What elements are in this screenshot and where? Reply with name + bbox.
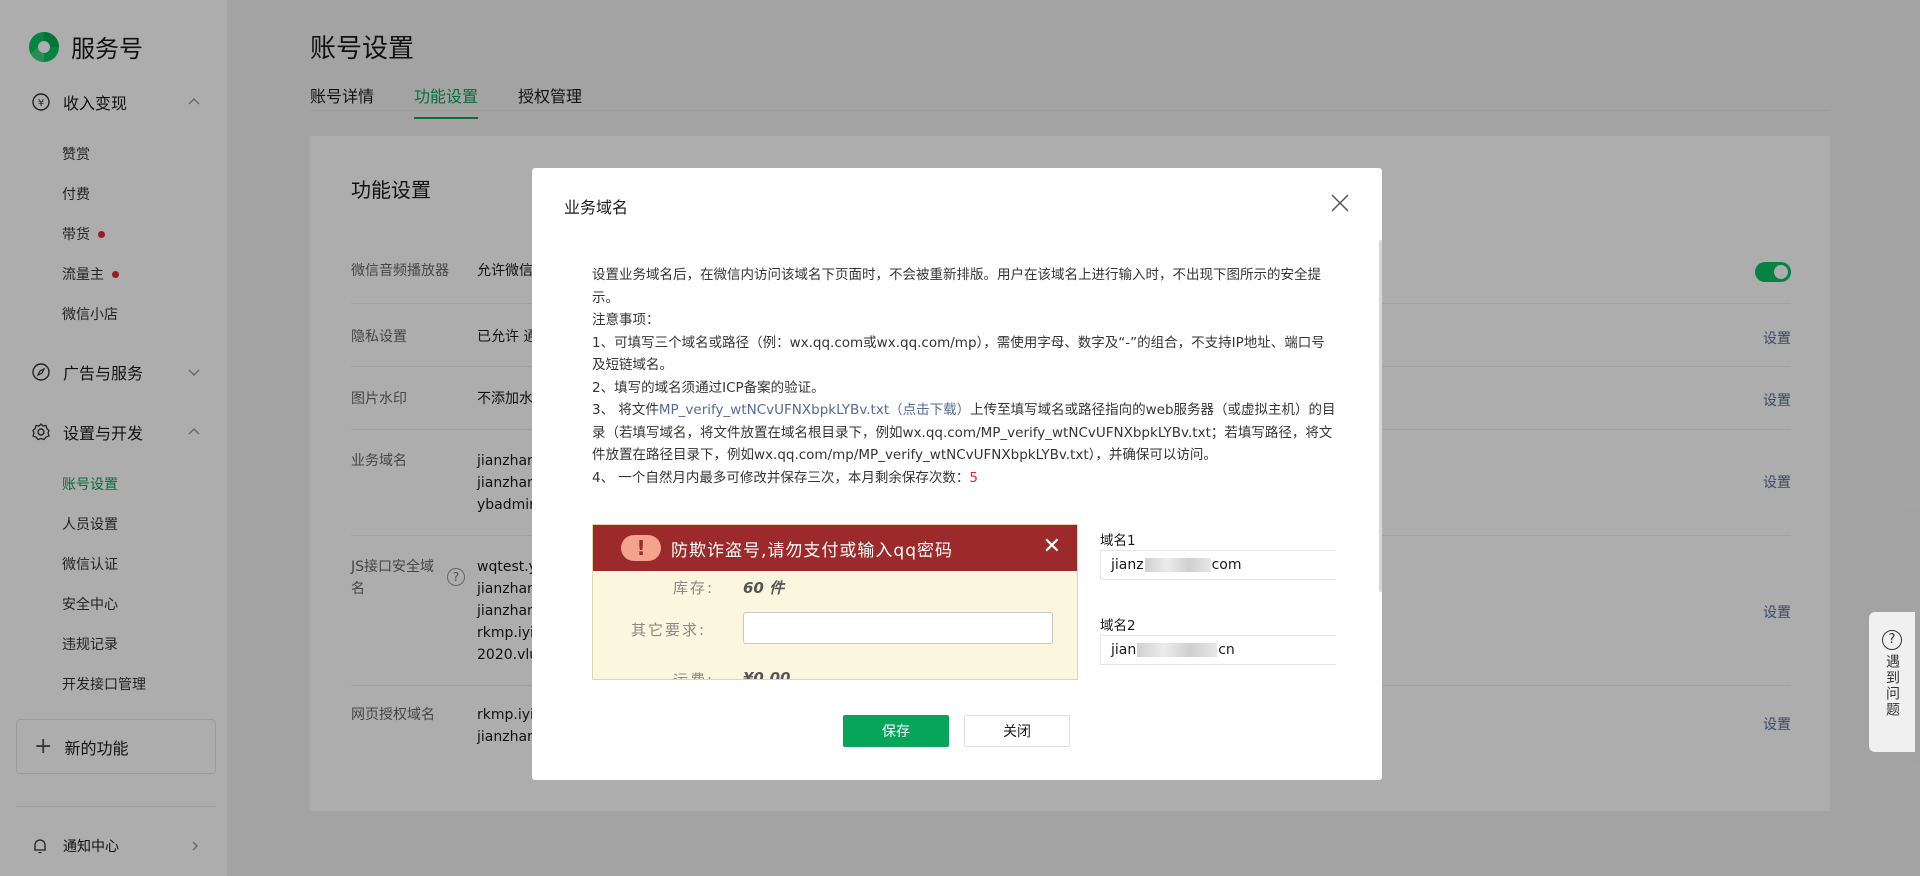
preview-input <box>743 612 1053 644</box>
modal-title: 业务域名 <box>564 198 629 217</box>
save-button[interactable]: 保存 <box>843 715 949 747</box>
security-warning-preview-image: ! 防欺诈盗号,请勿支付或输入qq密码 ✕ 库存: 60 件 其它要求: 运费:… <box>592 524 1078 680</box>
help-float-button[interactable]: ? 遇到问题 <box>1869 612 1915 752</box>
remaining-count: 5 <box>969 469 978 486</box>
domain1-input[interactable]: jianz com <box>1100 550 1336 580</box>
warning-icon: ! <box>621 535 661 561</box>
domain2-label: 域名2 <box>1100 618 1136 634</box>
warning-banner: ! 防欺诈盗号,请勿支付或输入qq密码 ✕ <box>593 525 1077 571</box>
close-icon[interactable] <box>1330 193 1350 213</box>
domain2-input[interactable]: jian cn <box>1100 635 1336 665</box>
question-icon: ? <box>1882 630 1902 650</box>
verify-file-download-link[interactable]: MP_verify_wtNCvUFNXbpkLYBv.txt（点击下载） <box>659 402 970 418</box>
modal-scrollbar[interactable] <box>1379 240 1382 592</box>
close-button[interactable]: 关闭 <box>964 715 1070 747</box>
modal-description: 设置业务域名后，在微信内访问该域名下页面时，不会被重新排版。用户在该域名上进行输… <box>592 267 1336 486</box>
redacted-text <box>1144 558 1211 572</box>
redacted-text <box>1137 643 1218 657</box>
domain1-label: 域名1 <box>1100 533 1136 549</box>
business-domain-modal: 业务域名 设置业务域名后，在微信内访问该域名下页面时，不会被重新排版。用户在该域… <box>532 168 1382 780</box>
close-icon: ✕ <box>1042 534 1061 559</box>
